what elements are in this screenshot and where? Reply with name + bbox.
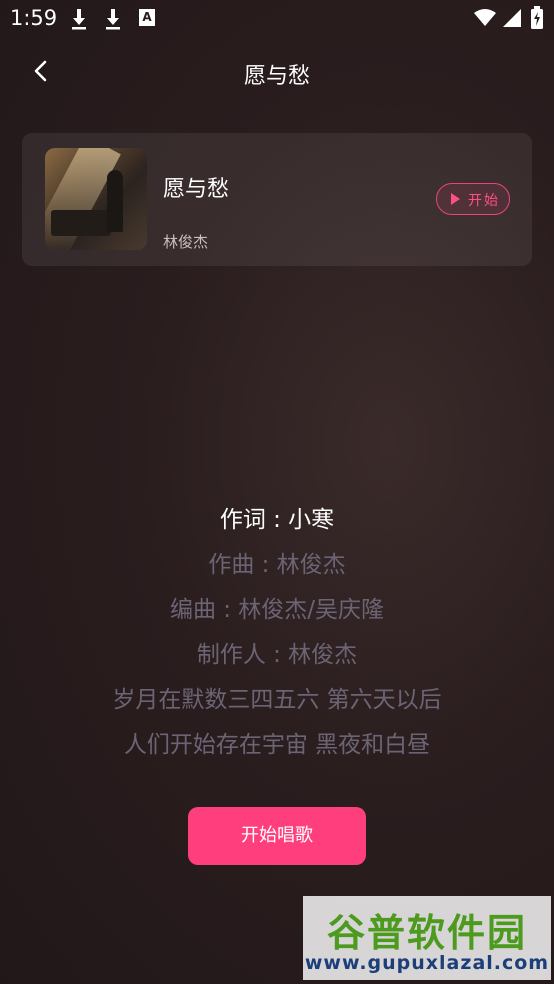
status-bar: 1:59 A [0,0,554,38]
lyric-line: 人们开始存在宇宙 黑夜和白昼 [123,732,431,758]
download-icon [106,9,120,30]
lyric-line: 作词 : 小寒 [219,507,335,533]
wifi-icon [474,9,496,26]
watermark: 谷普软件园 www.gupuxlazal.com [303,896,551,980]
album-cover [45,148,147,250]
start-button[interactable]: 开始 [436,183,510,215]
page-title: 愿与愁 [243,64,310,89]
nav-bar: 愿与愁 [0,46,554,96]
watermark-url: www.gupuxlazal.com [304,952,550,974]
lyrics-list: 作词 : 小寒 作曲 : 林俊杰 编曲 : 林俊杰/吴庆隆 制作人 : 林俊杰 … [0,500,554,770]
lyric-line: 制作人 : 林俊杰 [196,642,358,668]
start-singing-button[interactable]: 开始唱歌 [188,807,366,865]
signal-icon [503,9,521,27]
song-artist: 林俊杰 [163,233,209,251]
a-icon: A [139,9,155,26]
status-time: 1:59 [10,6,58,30]
song-card[interactable]: 愿与愁 林俊杰 开始 [22,133,532,266]
watermark-title: 谷普软件园 [326,911,527,955]
song-title: 愿与愁 [163,177,230,202]
download-icon [72,9,86,30]
play-icon [451,193,460,205]
start-button-label: 开始 [468,193,500,209]
battery-icon [531,6,543,29]
lyric-line: 编曲 : 林俊杰/吴庆隆 [169,597,385,623]
lyric-line: 岁月在默数三四五六 第六天以后 [112,687,442,713]
lyric-line: 作曲 : 林俊杰 [208,552,346,578]
